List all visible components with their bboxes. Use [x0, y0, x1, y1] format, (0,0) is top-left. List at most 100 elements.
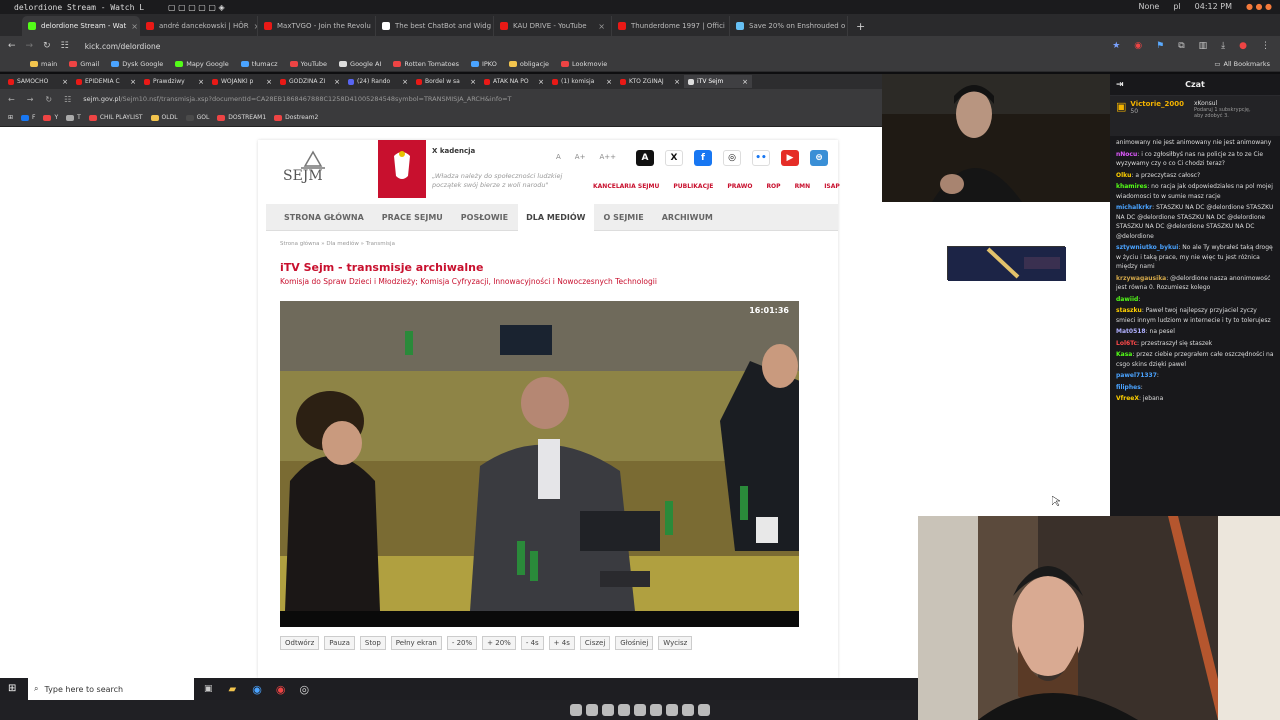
player-control-button[interactable]: + 20% — [482, 636, 516, 650]
sejm-logo[interactable]: SEJM — [283, 148, 343, 192]
chrome-icon-2[interactable]: ◉ — [276, 683, 286, 696]
settings-icon[interactable] — [698, 704, 710, 716]
chat-username[interactable]: michalkrkr — [1116, 204, 1152, 211]
chat-username[interactable]: krzywagausika — [1116, 275, 1166, 282]
browser-tab[interactable]: andré dancekowski | HÖR× — [140, 16, 258, 36]
x-icon[interactable]: X — [665, 150, 683, 166]
bookmark-star-icon[interactable]: ★ — [1112, 41, 1120, 51]
player-control-button[interactable]: Odtwórz — [280, 636, 320, 650]
instagram-icon[interactable]: ◎ — [723, 150, 741, 166]
bookmark-item[interactable]: Dysk Google — [111, 60, 163, 68]
forward-icon[interactable]: → — [26, 41, 34, 51]
reload-icon[interactable]: ↻ — [43, 41, 51, 51]
inner-tab[interactable]: EPIDEMIA C × — [72, 75, 140, 88]
a-icon[interactable]: A — [636, 150, 654, 166]
window-buttons[interactable]: ● ● ● — [1246, 2, 1272, 11]
player-control-button[interactable]: Wycisz — [658, 636, 693, 650]
inner-tab-close-icon[interactable]: × — [402, 78, 408, 86]
video-player[interactable]: 16:01:36 — [280, 301, 799, 627]
extension-icon[interactable]: ◉ — [1134, 41, 1142, 51]
font-size-option[interactable]: A++ — [599, 153, 616, 161]
app-icon[interactable] — [682, 704, 694, 716]
bookmark-item[interactable]: main — [30, 60, 57, 68]
inner-tab[interactable]: iTV Sejm × — [684, 75, 752, 88]
bookmark-item[interactable]: Gmail — [69, 60, 99, 68]
inner-tab-close-icon[interactable]: × — [674, 78, 680, 86]
user-none[interactable]: None — [1138, 2, 1159, 11]
main-nav-item[interactable]: O SEJMIE — [596, 204, 652, 231]
bookmark-item[interactable]: tłumacz — [240, 60, 278, 68]
browser-tab[interactable]: The best ChatBot and Widg× — [376, 16, 494, 36]
chrome-icon[interactable]: ◉ — [252, 683, 262, 696]
chat-username[interactable]: dawiid — [1116, 296, 1138, 303]
chat-username[interactable]: filiphes — [1116, 384, 1141, 391]
inner-bookmark-item[interactable]: T — [66, 114, 81, 121]
browser-tab[interactable]: delordione Stream - Wat × — [22, 16, 140, 36]
inner-bookmark-item[interactable]: GOL — [185, 114, 209, 121]
chat-username[interactable]: Kasa — [1116, 351, 1132, 358]
chat-collapse-icon[interactable]: ⇥ — [1116, 80, 1124, 90]
new-tab-icon[interactable]: + — [848, 16, 873, 36]
inner-bookmark-item[interactable]: F — [21, 114, 35, 121]
bookmark-item[interactable]: obligacje — [508, 60, 549, 68]
main-nav-item[interactable]: POSŁOWIE — [453, 204, 516, 231]
obs-icon[interactable]: ◎ — [299, 683, 309, 696]
inner-site-icon[interactable]: ☷ — [64, 95, 71, 104]
facebook-icon[interactable]: f — [694, 150, 712, 166]
inner-tab-close-icon[interactable]: × — [266, 78, 272, 86]
chat-username[interactable]: khamires — [1116, 183, 1147, 190]
spotify-icon[interactable] — [602, 704, 614, 716]
bookmark-item[interactable]: Rotten Tomatoes — [393, 60, 459, 68]
extensions-puzzle-icon[interactable]: ⧉ — [1178, 41, 1184, 51]
inner-tab[interactable]: GODZINA ZI × — [276, 75, 344, 88]
inner-bookmark-item[interactable]: CHIL PLAYLIST — [88, 114, 143, 121]
inner-tab-close-icon[interactable]: × — [198, 78, 204, 86]
font-size-option[interactable]: A — [556, 153, 561, 161]
inner-bookmark-item[interactable]: OLDL — [150, 114, 178, 121]
inner-tab-close-icon[interactable]: × — [334, 78, 340, 86]
chat-username[interactable]: Olku — [1116, 172, 1131, 179]
window-controls[interactable]: ▢ ▢ ▢ ▢ ▢ ◈ — [168, 3, 225, 12]
top-link[interactable]: KANCELARIA SEJMU — [593, 183, 659, 190]
main-nav-item[interactable]: PRACE SEJMU — [374, 204, 451, 231]
main-nav-item[interactable]: DLA MEDIÓW — [518, 203, 594, 231]
app-icon[interactable]: ⊜ — [810, 150, 828, 166]
player-control-button[interactable]: Pełny ekran — [390, 636, 442, 650]
player-control-button[interactable]: Ciszej — [579, 636, 611, 650]
bookmark-item[interactable]: Lookmovie — [561, 60, 607, 68]
youtube-icon[interactable]: ▶ — [781, 150, 799, 166]
browser-icon[interactable] — [618, 704, 630, 716]
inner-tab[interactable]: Prawdziwy × — [140, 75, 208, 88]
browser-tab[interactable]: MaxTVGO - Join the Revolu× — [258, 16, 376, 36]
chat-username[interactable]: pawel71337 — [1116, 372, 1157, 379]
sidebar-icon[interactable]: ▥ — [1199, 41, 1208, 51]
browser-tab[interactable]: KAU DRIVE - YouTube × — [494, 16, 612, 36]
inner-tab[interactable]: KTO ZGINAJ × — [616, 75, 684, 88]
inner-bookmark-item[interactable]: Y — [43, 114, 58, 121]
bookmark-item[interactable]: YouTube — [289, 60, 327, 68]
inner-back-icon[interactable]: ← — [8, 95, 15, 104]
top-link[interactable]: PUBLIKACJE — [673, 183, 713, 190]
top-link[interactable]: PRAWO — [727, 183, 752, 190]
inner-address-bar[interactable]: sejm.gov.pl/Sejm10.nsf/transmisja.xsp?do… — [83, 95, 511, 103]
bookmark-item[interactable]: Mapy Google — [175, 60, 229, 68]
player-control-button[interactable]: - 20% — [446, 636, 478, 650]
terminal-icon[interactable] — [586, 704, 598, 716]
inner-tab-close-icon[interactable]: × — [742, 78, 748, 86]
site-info-icon[interactable]: ☷ — [61, 41, 69, 51]
top-link[interactable]: ROP — [766, 183, 780, 190]
windows-start-icon[interactable]: ⊞ — [8, 683, 16, 694]
inner-bookmark-item[interactable]: Dostream2 — [274, 114, 318, 121]
tab-close-icon[interactable]: × — [598, 22, 605, 31]
inner-tab[interactable]: WOJANKI p × — [208, 75, 276, 88]
inner-tab[interactable]: (24) Rando × — [344, 75, 412, 88]
browser-tab[interactable]: Save 20% on Enshrouded o× — [730, 16, 848, 36]
chat-username[interactable]: nNocu — [1116, 151, 1137, 158]
back-icon[interactable]: ← — [8, 41, 16, 51]
task-view-icon[interactable]: ▣ — [204, 684, 213, 694]
inner-reload-icon[interactable]: ↻ — [45, 95, 52, 104]
breadcrumb[interactable]: Strona główna » Dla mediów » Transmisja — [280, 241, 395, 247]
inner-tab-close-icon[interactable]: × — [130, 78, 136, 86]
steam-icon[interactable] — [634, 704, 646, 716]
main-nav-item[interactable]: ARCHIWUM — [654, 204, 721, 231]
